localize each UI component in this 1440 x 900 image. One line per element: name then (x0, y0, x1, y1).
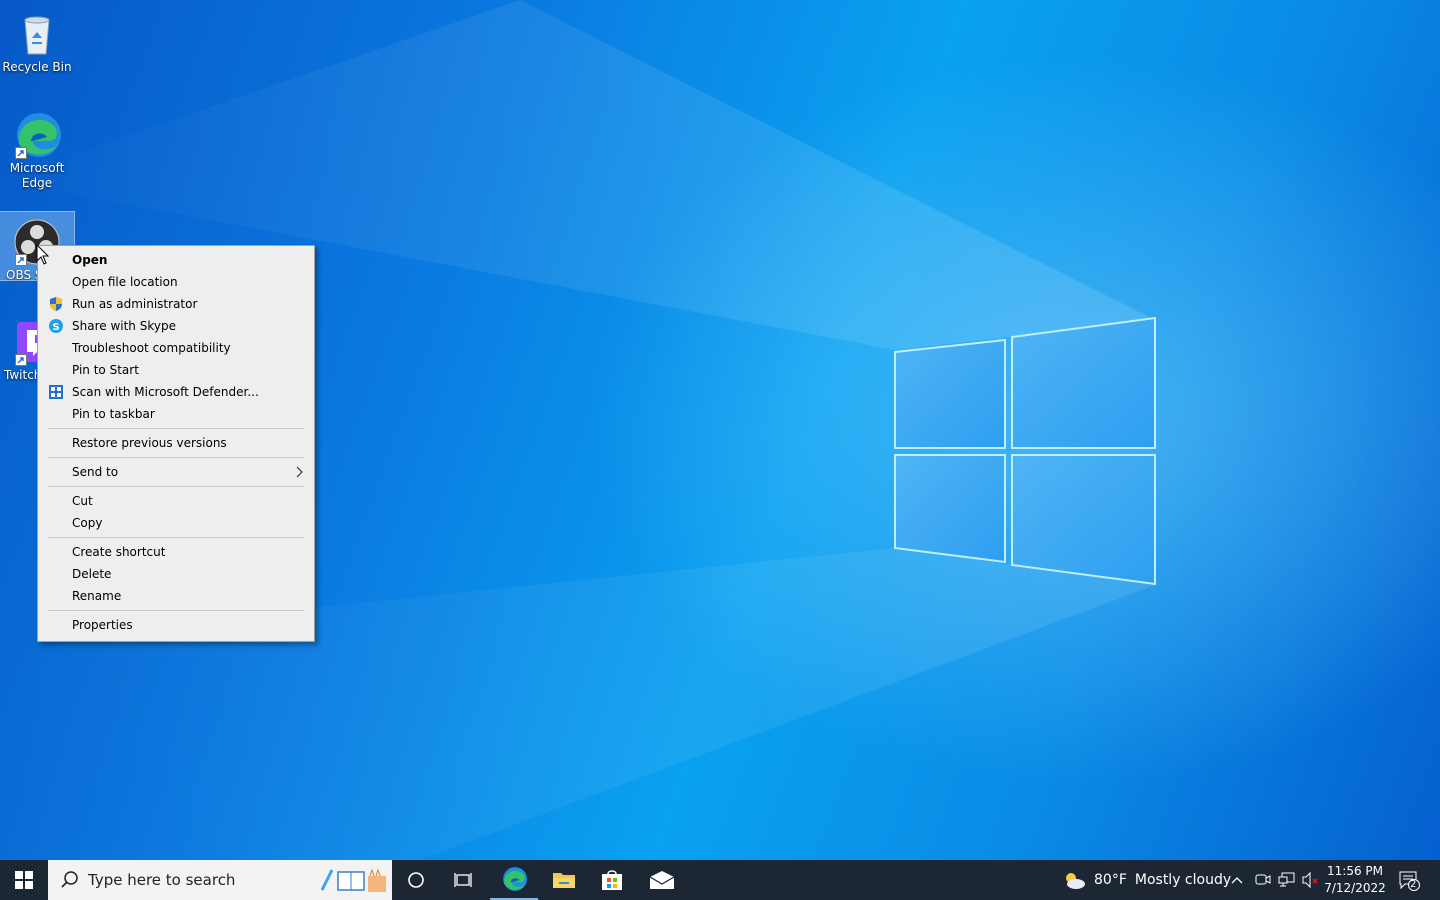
menu-item-label: Cut (72, 494, 93, 508)
menu-item-label: Properties (72, 618, 133, 632)
cloudy-weather-icon (1066, 873, 1085, 889)
menu-item-label: Restore previous versions (72, 436, 227, 450)
mail-icon (649, 871, 675, 889)
menu-item-rename[interactable]: Rename (38, 585, 314, 607)
shield-icon (48, 296, 64, 312)
menu-separator (48, 457, 304, 458)
menu-item-pin-to-start[interactable]: Pin to Start (38, 359, 314, 381)
show-hidden-icons-button[interactable] (1230, 860, 1244, 900)
volume-muted-icon (1302, 872, 1318, 888)
menu-item-create-shortcut[interactable]: Create shortcut (38, 541, 314, 563)
menu-item-open[interactable]: Open (38, 249, 314, 271)
svg-text:S: S (52, 322, 59, 333)
menu-separator (48, 537, 304, 538)
menu-item-cut[interactable]: Cut (38, 490, 314, 512)
tray-meet-now[interactable] (1255, 860, 1271, 900)
menu-separator (48, 610, 304, 611)
windows-start-icon (15, 871, 33, 889)
folder-icon (553, 873, 575, 888)
store-icon (602, 870, 622, 890)
desktop-icon-recycle-bin[interactable]: Recycle Bin (0, 4, 74, 75)
menu-item-run-as-administrator[interactable]: Run as administrator (38, 293, 314, 315)
meet-now-icon (1255, 874, 1271, 885)
menu-item-label: Scan with Microsoft Defender... (72, 385, 259, 399)
search-highlight-icon (320, 868, 386, 892)
menu-item-label: Run as administrator (72, 297, 198, 311)
menu-item-label: Create shortcut (72, 545, 166, 559)
taskbar: Type here to search 80°F Mostly cloudy 1… (0, 860, 1440, 900)
menu-item-properties[interactable]: Properties (38, 614, 314, 636)
menu-item-label: Troubleshoot compatibility (72, 341, 231, 355)
network-icon (1278, 872, 1295, 887)
menu-item-label: Pin to Start (72, 363, 139, 377)
taskbar-clock[interactable]: 11:56 PM 7/12/2022 (1322, 863, 1388, 897)
edge-icon (503, 867, 527, 891)
weather-widget[interactable]: 80°F Mostly cloudy (1062, 860, 1231, 900)
start-button[interactable] (0, 860, 48, 900)
desktop-icon-edge[interactable]: Microsoft Edge (0, 105, 74, 191)
menu-item-open-file-location[interactable]: Open file location (38, 271, 314, 293)
recycle-bin-icon (13, 10, 61, 58)
taskbar-mail-button[interactable] (638, 860, 686, 900)
menu-item-pin-to-taskbar[interactable]: Pin to taskbar (38, 403, 314, 425)
defender-icon (48, 384, 64, 400)
mouse-cursor-icon (36, 244, 50, 265)
clock-time: 11:56 PM (1327, 864, 1383, 878)
menu-item-send-to[interactable]: Send to (38, 461, 314, 483)
taskbar-search-box[interactable]: Type here to search (48, 860, 392, 900)
chevron-right-icon (296, 461, 304, 483)
desktop-icon-label: Microsoft Edge (9, 161, 65, 190)
weather-temperature: 80°F (1094, 872, 1127, 888)
menu-item-restore-previous-versions[interactable]: Restore previous versions (38, 432, 314, 454)
menu-separator (48, 486, 304, 487)
task-view-button[interactable] (440, 860, 488, 900)
tray-volume[interactable] (1302, 860, 1320, 900)
tray-network[interactable] (1278, 860, 1296, 900)
chevron-up-icon (1231, 877, 1243, 884)
edge-icon (13, 111, 61, 159)
menu-item-label: Rename (72, 589, 122, 603)
search-icon (61, 871, 78, 888)
menu-item-copy[interactable]: Copy (38, 512, 314, 534)
menu-item-label: Delete (72, 567, 112, 581)
menu-item-delete[interactable]: Delete (38, 563, 314, 585)
weather-description: Mostly cloudy (1134, 872, 1232, 888)
context-menu: Open Open file location Run as administr… (37, 245, 315, 642)
clock-date: 7/12/2022 (1324, 881, 1386, 895)
notifications-icon (1399, 871, 1420, 891)
menu-item-label: Copy (72, 516, 103, 530)
menu-item-label: Open file location (72, 275, 178, 289)
menu-item-label: Share with Skype (72, 319, 176, 333)
cortana-icon (408, 872, 424, 888)
task-view-icon (454, 873, 472, 887)
search-placeholder: Type here to search (88, 871, 236, 889)
menu-item-troubleshoot-compatibility[interactable]: Troubleshoot compatibility (38, 337, 314, 359)
skype-icon: S (48, 318, 64, 334)
menu-item-label: Open (72, 253, 108, 267)
desktop-icon-label: Recycle Bin (2, 60, 72, 74)
menu-item-label: Send to (72, 465, 119, 479)
menu-item-label: Pin to taskbar (72, 407, 155, 421)
cortana-button[interactable] (392, 860, 440, 900)
menu-item-share-with-skype[interactable]: S Share with Skype (38, 315, 314, 337)
taskbar-edge-button[interactable] (490, 860, 538, 900)
taskbar-store-button[interactable] (588, 860, 636, 900)
menu-separator (48, 428, 304, 429)
menu-item-scan-with-defender[interactable]: Scan with Microsoft Defender... (38, 381, 314, 403)
notification-count-badge: 2 (1410, 879, 1417, 890)
taskbar-file-explorer-button[interactable] (540, 860, 588, 900)
action-center-button[interactable]: 2 (1398, 860, 1420, 900)
